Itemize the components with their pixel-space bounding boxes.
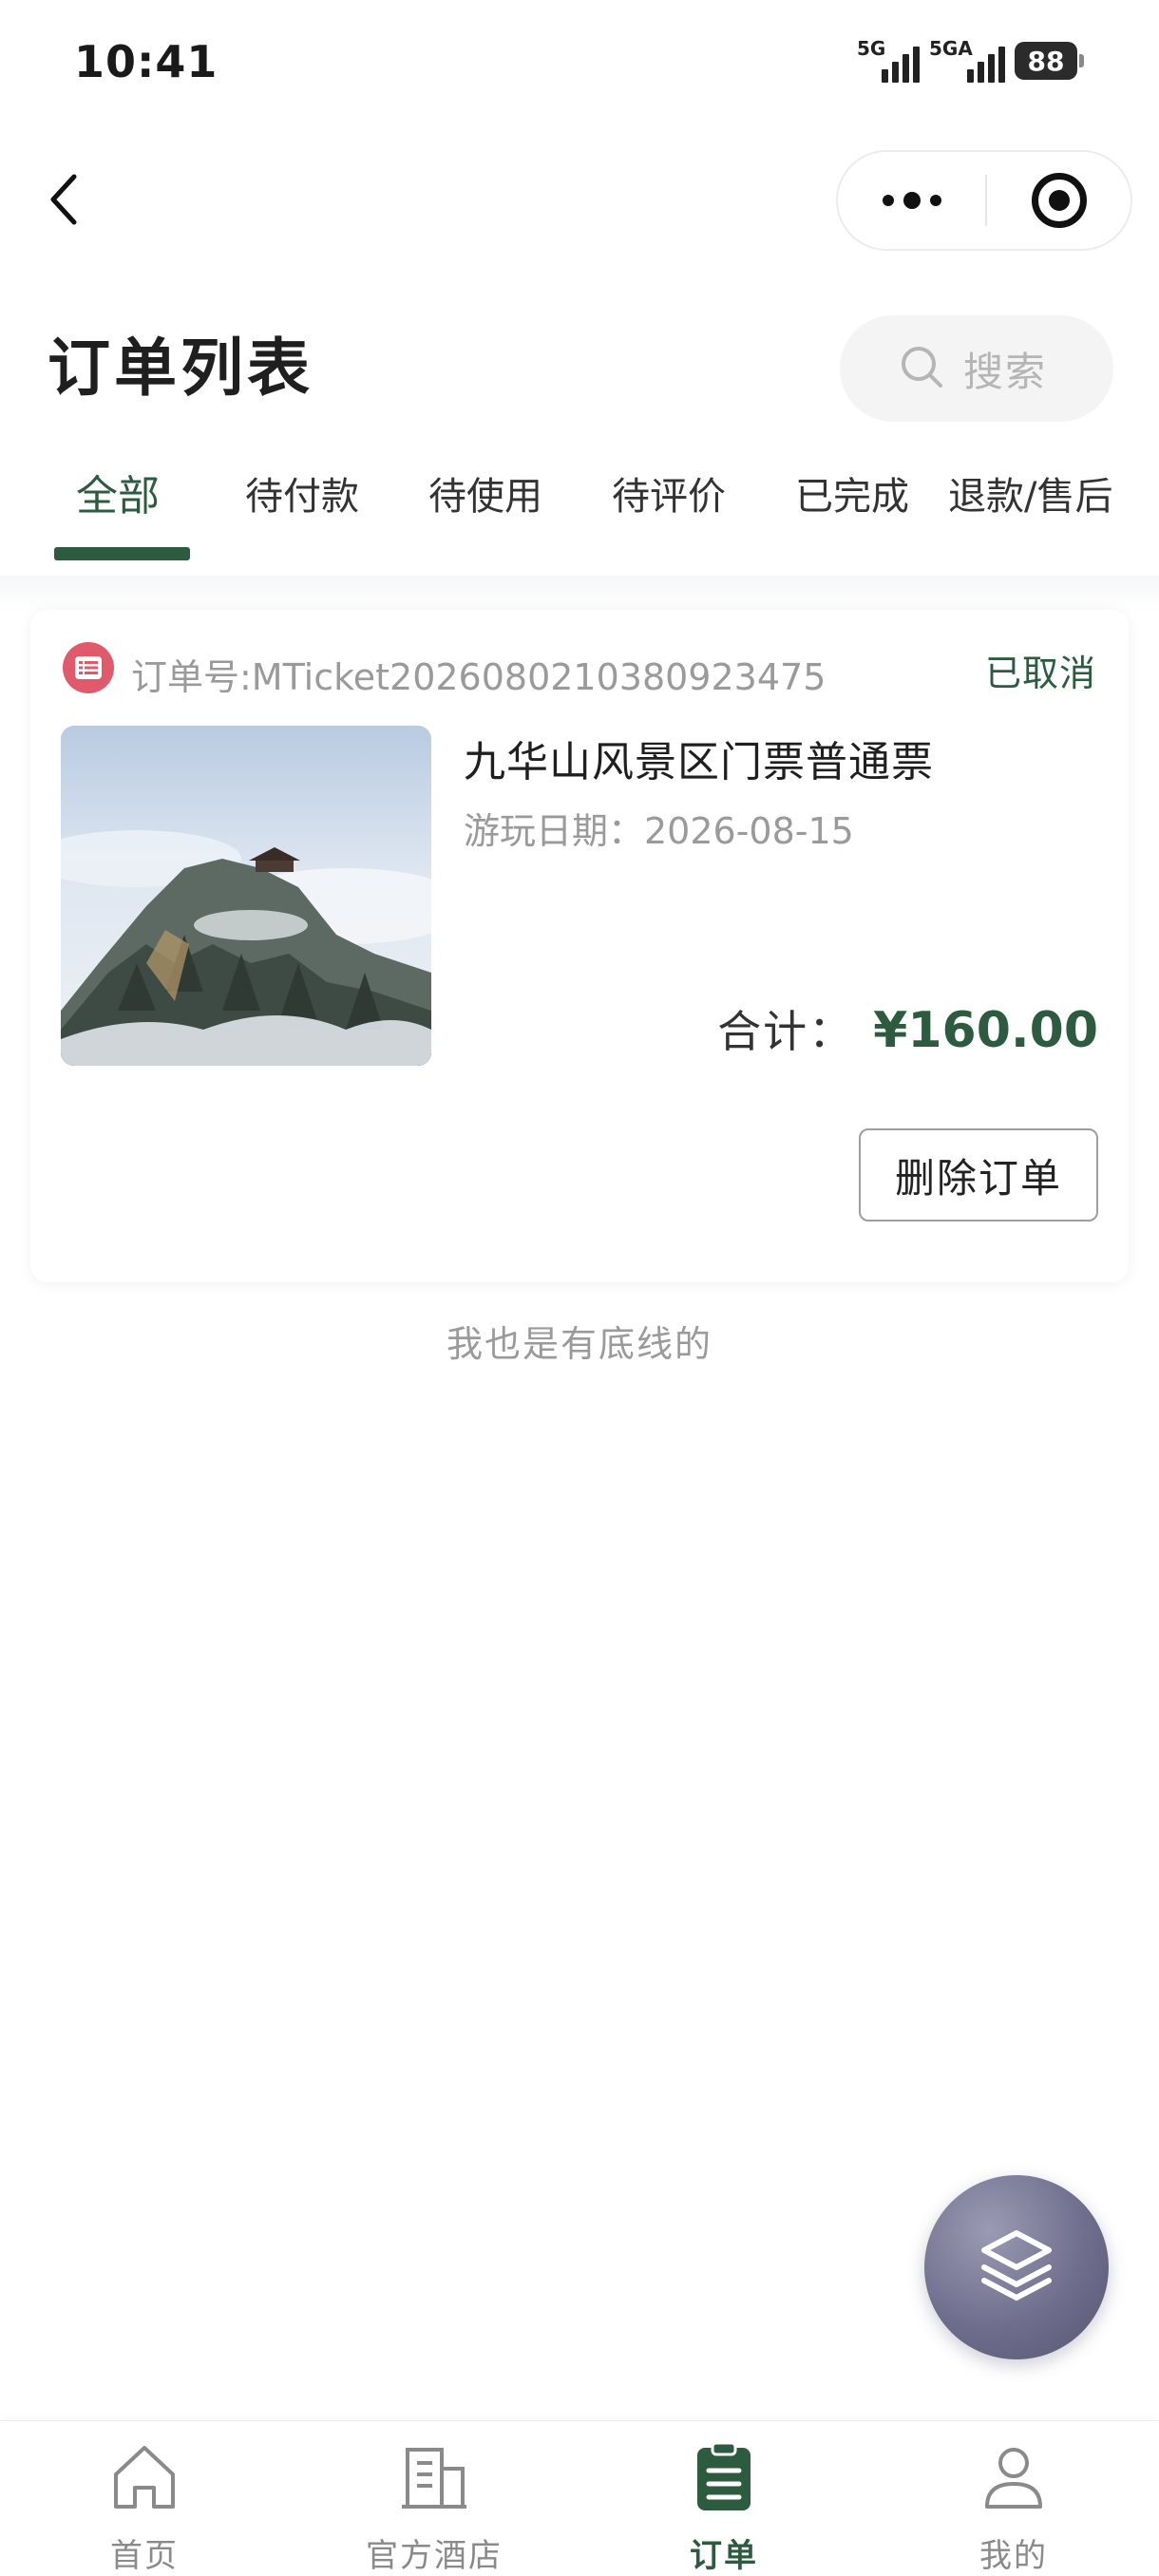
clipboard-list-icon [688,2440,760,2516]
tab-all[interactable]: 全部 [76,462,160,522]
layers-icon [971,2220,1062,2315]
tab-pending-payment[interactable]: 待付款 [245,465,359,521]
status-icons: 5G 5GA 88 [857,37,1084,84]
tabbar-item-orders[interactable]: 订单 [619,2440,828,2576]
tab-pending-use[interactable]: 待使用 [428,465,542,521]
search-icon [899,344,944,393]
signal-label: 5GA [929,37,973,60]
target-circle-icon[interactable] [987,152,1130,249]
layers-floating-button[interactable] [924,2175,1109,2359]
status-time: 10:41 [74,36,218,87]
order-total: 合计： ¥160.00 [717,997,1098,1060]
signal-icon: 5G [857,37,920,83]
battery-icon: 88 [1015,42,1084,80]
page-title: 订单列表 [48,331,314,405]
tab-refund[interactable]: 退款/售后 [948,465,1112,521]
order-card[interactable]: 订单号:MTicket202608021038092347​5 已取消 [30,610,1129,1282]
tabbar-label: 首页 [110,2537,179,2575]
visit-date: 游玩日期：2026-08-15 [464,810,854,852]
tab-active-indicator [54,547,190,560]
building-icon [398,2440,470,2516]
tabbar-label: 官方酒店 [366,2537,503,2575]
tabbar-item-home[interactable]: 首页 [40,2440,249,2576]
tabbar-label: 订单 [690,2537,758,2575]
user-icon [978,2440,1050,2516]
total-label: 合计： [717,1006,855,1057]
status-bar: 10:41 5G 5GA 88 [0,0,1159,123]
tabbar-item-hotel[interactable]: 官方酒店 [330,2440,539,2576]
tab-completed[interactable]: 已完成 [795,465,909,521]
end-of-list-text: 我也是有底线的 [446,1323,712,1365]
order-status-badge: 已取消 [984,653,1096,694]
signal-label: 5G [857,37,886,60]
chevron-left-icon[interactable] [36,171,93,228]
ticket-name: 九华山风景区门票普通票 [464,738,934,786]
more-dots-icon[interactable] [838,152,985,249]
search-input[interactable]: 搜索 [840,315,1113,422]
order-list-icon [63,642,114,693]
home-icon [108,2440,180,2516]
tab-pending-review[interactable]: 待评价 [612,465,726,521]
mini-program-capsule [836,150,1132,251]
order-list-page: 10:41 5G 5GA 88 订单列表 搜索 全部 待付款 待使用 待评价 已… [0,0,1159,2576]
battery-level: 88 [1027,45,1065,77]
tabbar-label: 我的 [979,2537,1048,2575]
status-tabs: 全部 待付款 待使用 待评价 已完成 退款/售后 [0,446,1159,570]
signal-icon: 5GA [929,37,1005,83]
ticket-thumbnail-image [61,726,431,1066]
bottom-tab-bar: 首页 官方酒店 订单 我的 [0,2420,1159,2576]
search-placeholder: 搜索 [963,348,1048,395]
order-number: 订单号:MTicket202608021038092347​5 [131,656,826,698]
total-amount: ¥160.00 [873,1002,1098,1059]
delete-order-button[interactable]: 删除订单 [859,1128,1098,1222]
tabbar-item-profile[interactable]: 我的 [909,2440,1118,2576]
